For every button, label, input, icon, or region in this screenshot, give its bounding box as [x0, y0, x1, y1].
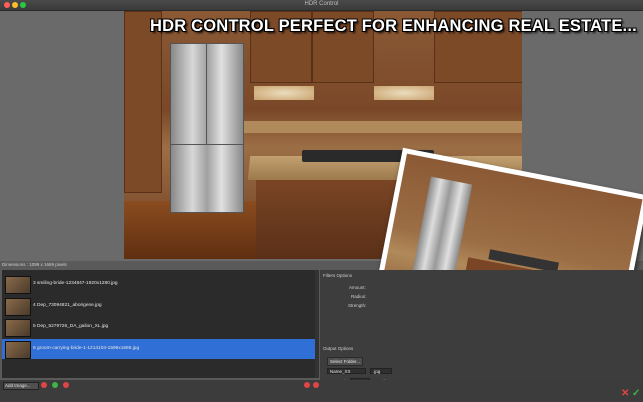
- thumbnail: [5, 276, 31, 294]
- select-folder-button[interactable]: Select Folder...: [327, 357, 363, 366]
- bottom-bar: [0, 380, 643, 402]
- options-panel: Filters Options Amount: Radius: Strength…: [320, 270, 643, 385]
- window-title: HDR Control: [304, 1, 339, 7]
- list-item[interactable]: 5 Dep_5279726_DA_galion_XL.jpg: [2, 317, 315, 337]
- under-cabinet-light: [254, 86, 314, 100]
- list-item[interactable]: 4 Dep_73094821_aborigene.jpg: [2, 296, 315, 316]
- title-bar: HDR Control: [0, 0, 643, 11]
- file-name: 3 smiling-bride-1234847-1920x1280.jpg: [33, 281, 118, 286]
- refrigerator: [170, 43, 244, 213]
- strength-label: Strength:: [348, 303, 367, 308]
- file-name: 6 groom-carrying-bride-1-1214104-1599x16…: [33, 346, 140, 351]
- file-name: 4 Dep_73094821_aborigene.jpg: [33, 303, 102, 308]
- list-item[interactable]: 3 smiling-bride-1234847-1920x1280.jpg: [2, 274, 315, 294]
- cabinet: [124, 11, 162, 193]
- filters-options-title: Filters Options: [323, 273, 353, 278]
- name-pattern-select[interactable]: Name_XX: [327, 368, 366, 374]
- dimensions-label: Dimensions : 1099 x 1669 pixels: [2, 262, 67, 267]
- thumbnail: [5, 298, 31, 316]
- file-name: 5 Dep_5279726_DA_galion_XL.jpg: [33, 324, 109, 329]
- under-cabinet-light: [374, 86, 434, 100]
- output-options-title: Output Options: [323, 346, 354, 351]
- fridge-drawer-line: [171, 144, 243, 145]
- play-icon[interactable]: [52, 382, 58, 388]
- remove-icon[interactable]: [41, 382, 47, 388]
- thumbnail: [5, 341, 31, 359]
- format-select[interactable]: .jpg: [370, 368, 392, 374]
- radius-label: Radius:: [351, 294, 367, 299]
- x-icon[interactable]: ✕: [621, 388, 629, 399]
- clear-icon[interactable]: [313, 382, 319, 388]
- stop-icon[interactable]: [63, 382, 69, 388]
- list-item-selected[interactable]: 6 groom-carrying-bride-1-1214104-1599x16…: [2, 339, 315, 359]
- fridge-door-split: [206, 44, 207, 144]
- promo-banner: HDR CONTROL PERFECT FOR ENHANCING REAL E…: [150, 17, 637, 35]
- back-counter: [244, 121, 522, 133]
- remove-icon[interactable]: [304, 382, 310, 388]
- file-list-scrollbar[interactable]: [315, 270, 319, 378]
- amount-label: Amount:: [349, 285, 366, 290]
- add-image-button[interactable]: Add Image...: [3, 382, 39, 390]
- thumbnail: [5, 319, 31, 337]
- checkmark-icon[interactable]: ✓: [632, 388, 640, 399]
- file-list[interactable]: 3 smiling-bride-1234847-1920x1280.jpg 4 …: [2, 270, 315, 378]
